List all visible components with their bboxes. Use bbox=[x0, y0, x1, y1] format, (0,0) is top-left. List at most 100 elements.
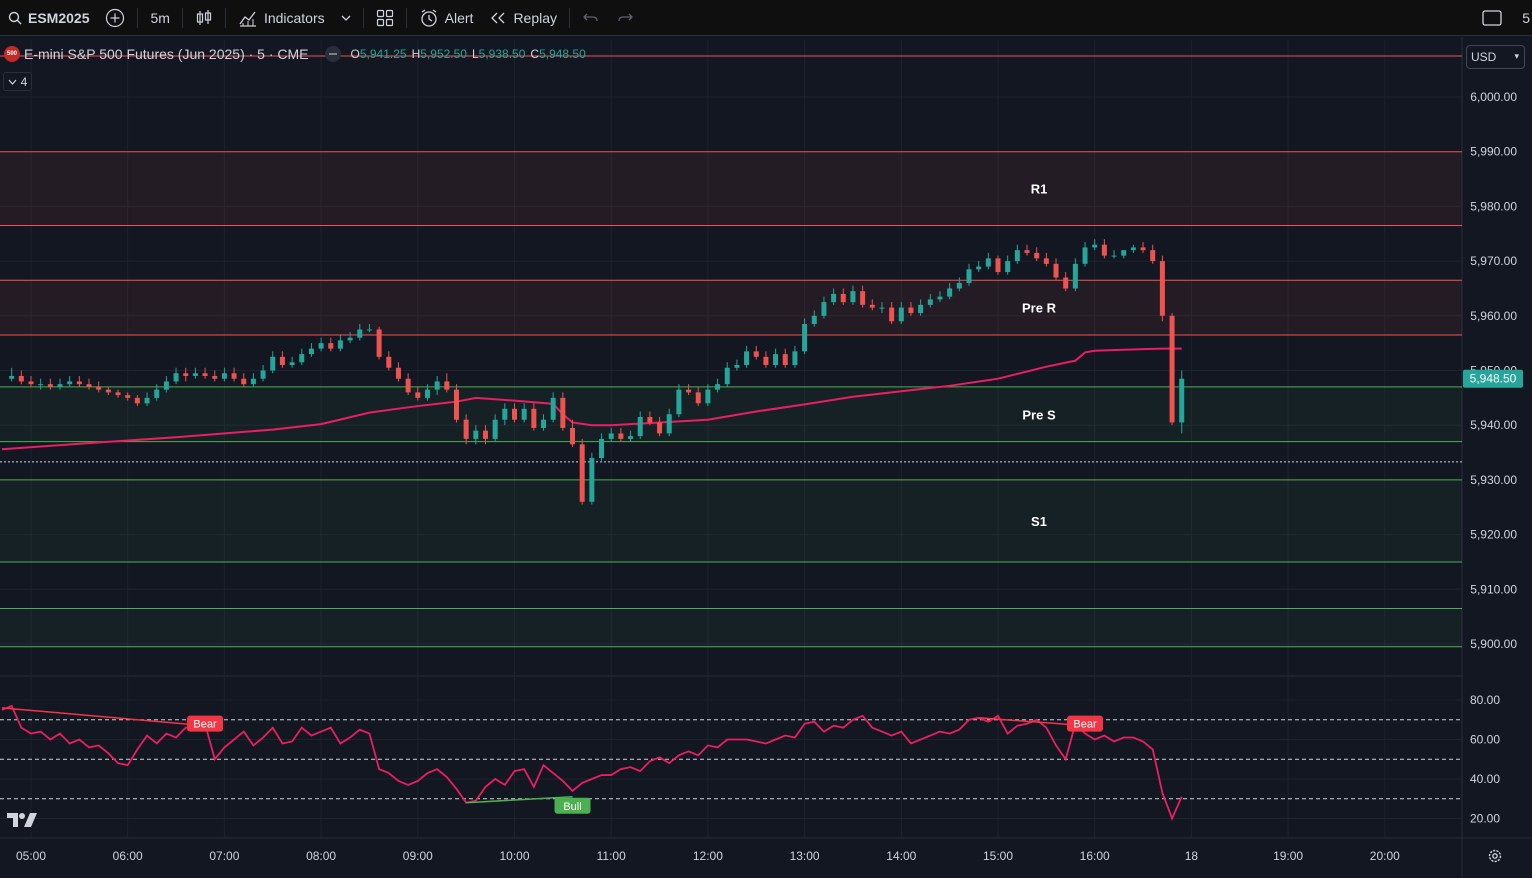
candle-body bbox=[386, 356, 392, 368]
rsi-tick-label: 40.00 bbox=[1470, 772, 1500, 786]
candle-body bbox=[686, 389, 692, 393]
price-tick-label: 5,960.00 bbox=[1470, 309, 1517, 323]
rsi-tick-label: 60.00 bbox=[1470, 733, 1500, 747]
candle-body bbox=[879, 307, 885, 309]
zone-fill bbox=[0, 280, 1462, 335]
rsi-tick-label: 80.00 bbox=[1470, 693, 1500, 707]
candle-body bbox=[521, 408, 527, 420]
divergence-tag-label: Bull bbox=[563, 801, 581, 813]
candle-body bbox=[512, 408, 517, 420]
time-tick-label: 09:00 bbox=[403, 849, 433, 863]
legend-title[interactable]: E-mini S&P 500 Futures (Jun 2025) · 5 · … bbox=[24, 46, 309, 62]
candle-body bbox=[9, 375, 15, 379]
candle-body bbox=[898, 307, 904, 322]
candle-body bbox=[1092, 244, 1098, 248]
candle-body bbox=[1014, 250, 1020, 262]
price-tick-label: 5,910.00 bbox=[1470, 582, 1517, 596]
candle-body bbox=[424, 389, 430, 398]
candle-body bbox=[337, 340, 343, 349]
candle-body bbox=[608, 433, 614, 439]
candle-body bbox=[860, 291, 866, 305]
time-tick-label: 12:00 bbox=[693, 849, 723, 863]
chevron-down-icon: ▾ bbox=[1514, 51, 1519, 61]
candle-body bbox=[1082, 247, 1088, 264]
chart-canvas[interactable]: R1 Pre R Pre S S1 Bear Bull Bear 05:00 06:00 07… bbox=[0, 0, 1532, 878]
candle-body bbox=[666, 414, 672, 434]
candle-body bbox=[241, 378, 247, 385]
candle-body bbox=[831, 293, 837, 303]
candle-body bbox=[985, 258, 991, 267]
candle-body bbox=[47, 384, 53, 387]
last-price-label: 5,948.50 bbox=[1470, 372, 1517, 386]
time-tick-label: 13:00 bbox=[790, 849, 820, 863]
candle-body bbox=[1034, 252, 1040, 259]
divergence-tag-label: Bear bbox=[193, 719, 217, 731]
gear-icon[interactable] bbox=[1487, 848, 1503, 864]
time-tick-label: 05:00 bbox=[16, 849, 46, 863]
zone-fill bbox=[0, 479, 1462, 562]
candle-body bbox=[347, 337, 353, 341]
candle-body bbox=[1121, 250, 1127, 256]
candle-body bbox=[918, 304, 924, 314]
candle-body bbox=[869, 304, 875, 308]
time-tick-label: 19:00 bbox=[1273, 849, 1303, 863]
symbol-badge: 500 bbox=[4, 46, 20, 62]
candle-body bbox=[541, 419, 547, 428]
candle-body bbox=[212, 375, 218, 379]
divergence-tag-label: Bear bbox=[1073, 719, 1097, 731]
chevron-down-icon bbox=[8, 79, 17, 85]
rsi-tick-label: 20.00 bbox=[1470, 812, 1500, 826]
candle-body bbox=[38, 384, 44, 386]
currency-selector[interactable]: USD ▾ bbox=[1466, 45, 1525, 69]
candle-body bbox=[463, 419, 469, 439]
candle-body bbox=[782, 354, 788, 366]
currency-label: USD bbox=[1471, 50, 1497, 64]
legend-collapse-button[interactable]: 4 bbox=[3, 72, 32, 91]
candle-body bbox=[1130, 247, 1136, 251]
candle-body bbox=[753, 351, 759, 357]
price-tick-label: 5,940.00 bbox=[1470, 418, 1517, 432]
candle-body bbox=[183, 373, 189, 376]
zone-label: Pre S bbox=[1022, 407, 1056, 422]
candle-body bbox=[840, 293, 846, 303]
collapsed-indicator-count: 4 bbox=[20, 74, 28, 89]
candle-body bbox=[937, 296, 943, 300]
candle-body bbox=[1005, 261, 1011, 273]
candle-body bbox=[1111, 255, 1117, 257]
candle-body bbox=[744, 351, 750, 366]
candle-body bbox=[802, 324, 808, 352]
tradingview-logo[interactable] bbox=[6, 812, 38, 828]
candle-body bbox=[579, 444, 585, 502]
candle-body bbox=[395, 367, 401, 379]
zone-label: Pre R bbox=[1022, 301, 1057, 316]
candle-body bbox=[1043, 258, 1049, 264]
zone-fill bbox=[0, 608, 1462, 647]
candle-body bbox=[67, 381, 73, 385]
candle-body bbox=[289, 362, 295, 366]
time-tick-label: 16:00 bbox=[1080, 849, 1110, 863]
legend-settings-button[interactable] bbox=[324, 46, 341, 62]
candle-body bbox=[434, 381, 440, 390]
candle-body bbox=[492, 419, 498, 439]
low-value: 5,938.50 bbox=[478, 47, 526, 61]
time-tick-label: 18 bbox=[1185, 849, 1199, 863]
candle-body bbox=[637, 416, 643, 437]
open-value: 5,941.25 bbox=[359, 47, 407, 61]
candle-body bbox=[279, 356, 285, 366]
candle-body bbox=[695, 392, 701, 404]
candle-body bbox=[144, 397, 150, 404]
candle-body bbox=[705, 389, 711, 404]
zone-label: S1 bbox=[1031, 514, 1047, 529]
candle-body bbox=[1053, 263, 1059, 278]
candle-body bbox=[202, 373, 208, 376]
candle-body bbox=[995, 258, 1001, 273]
candle-body bbox=[18, 375, 24, 382]
candle-body bbox=[531, 408, 537, 428]
candle-body bbox=[482, 430, 488, 439]
candle-body bbox=[357, 329, 363, 338]
high-value: 5,952.50 bbox=[420, 47, 467, 61]
price-tick-label: 5,900.00 bbox=[1470, 637, 1517, 651]
candle-body bbox=[889, 307, 895, 322]
time-tick-label: 20:00 bbox=[1370, 849, 1400, 863]
candle-body bbox=[1179, 378, 1185, 423]
